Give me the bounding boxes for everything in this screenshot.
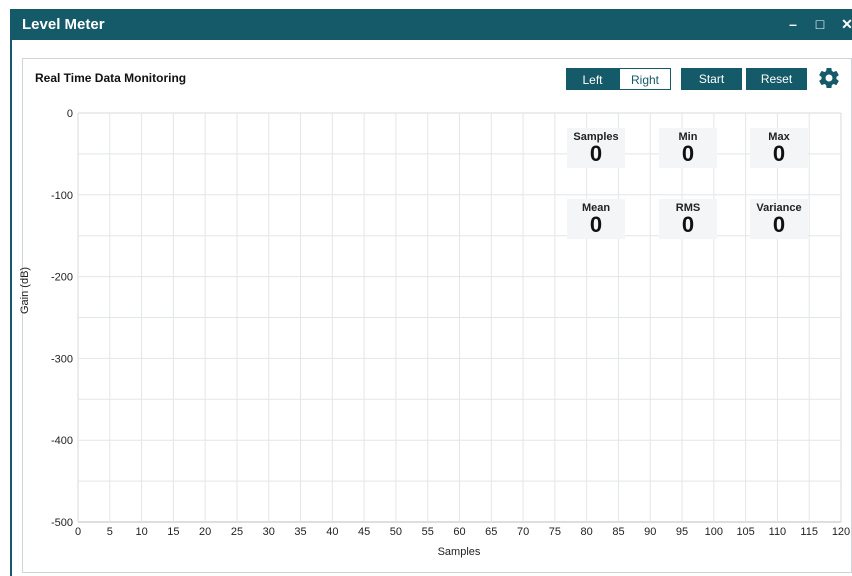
- x-tick-label: 50: [390, 526, 402, 538]
- x-tick-label: 110: [769, 526, 787, 538]
- window-border: [10, 40, 12, 576]
- x-axis-ticks: 0 5 10 15 20 25 30 35 40 45 50 55 60 65 70 75 80 85 90 95 10…: [75, 526, 850, 538]
- stat-value: 0: [772, 141, 786, 166]
- stat-value: 0: [589, 212, 603, 237]
- channel-right-toggle[interactable]: Right: [619, 68, 671, 90]
- x-tick-label: 10: [135, 526, 147, 538]
- maximize-button[interactable]: □: [809, 13, 831, 35]
- y-tick-label: -300: [51, 353, 73, 365]
- x-tick-label: 25: [231, 526, 243, 538]
- y-tick-label: -500: [51, 517, 73, 529]
- x-tick-label: 95: [676, 526, 688, 538]
- x-tick-label: 15: [167, 526, 179, 538]
- y-tick-label: -400: [51, 435, 73, 447]
- gear-icon[interactable]: [817, 66, 841, 90]
- x-tick-label: 75: [549, 526, 561, 538]
- x-tick-label: 35: [294, 526, 306, 538]
- stat-value: 0: [681, 141, 695, 166]
- y-tick-label: 0: [67, 108, 73, 120]
- x-tick-label: 5: [107, 526, 113, 538]
- close-button[interactable]: ✕: [836, 13, 852, 35]
- x-tick-label: 100: [705, 526, 723, 538]
- title-bar: Level Meter – □ ✕: [10, 9, 852, 40]
- x-tick-label: 65: [485, 526, 497, 538]
- window-title: Level Meter: [22, 16, 105, 33]
- x-tick-label: 105: [736, 526, 754, 538]
- y-axis-label: Gain (dB): [19, 266, 31, 314]
- x-tick-label: 70: [517, 526, 529, 538]
- x-tick-label: 90: [644, 526, 656, 538]
- stat-value: 0: [772, 212, 786, 237]
- stat-min: Min 0: [659, 128, 717, 168]
- chart-grid: [77, 112, 842, 523]
- reset-button[interactable]: Reset: [746, 68, 807, 90]
- channel-left-toggle[interactable]: Left: [566, 68, 619, 90]
- chart: 0 5 10 15 20 25 30 35 40 45 50 55 60 65 70 75 80 85 90 95 10…: [51, 108, 850, 558]
- y-tick-label: -100: [51, 190, 73, 202]
- x-tick-label: 0: [75, 526, 81, 538]
- x-tick-label: 120: [832, 526, 850, 538]
- x-tick-label: 55: [422, 526, 434, 538]
- x-tick-label: 40: [326, 526, 338, 538]
- stat-mean: Mean 0: [567, 199, 625, 239]
- y-axis-ticks: 0 -100 -200 -300 -400 -500: [51, 108, 73, 529]
- x-tick-label: 20: [199, 526, 211, 538]
- stat-value: 0: [589, 141, 603, 166]
- stat-samples: Samples 0: [567, 128, 625, 168]
- x-tick-label: 60: [453, 526, 465, 538]
- minimize-button[interactable]: –: [782, 13, 804, 35]
- start-button[interactable]: Start: [681, 68, 742, 90]
- stat-value: 0: [681, 212, 695, 237]
- y-tick-label: -200: [51, 272, 73, 284]
- stat-variance: Variance 0: [750, 199, 808, 239]
- monitor-panel: 0 5 10 15 20 25 30 35 40 45 50 55 60 65 70 75 80 85 90 95 10…: [19, 58, 852, 573]
- stat-rms: RMS 0: [659, 199, 717, 239]
- panel-title: Real Time Data Monitoring: [35, 71, 187, 85]
- x-tick-label: 30: [263, 526, 275, 538]
- x-tick-label: 115: [800, 526, 818, 538]
- x-tick-label: 85: [612, 526, 624, 538]
- x-tick-label: 80: [581, 526, 593, 538]
- x-tick-label: 45: [358, 526, 370, 538]
- stat-max: Max 0: [750, 128, 808, 168]
- x-axis-label: Samples: [438, 546, 481, 558]
